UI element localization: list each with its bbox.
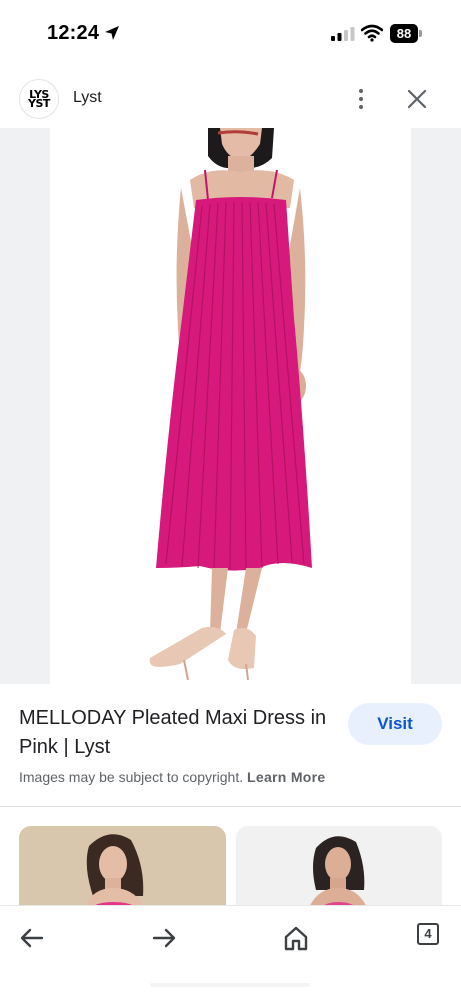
copyright-text: Images may be subject to copyright.: [19, 769, 244, 785]
battery-level: 88: [390, 24, 418, 43]
more-vertical-icon[interactable]: [353, 86, 369, 112]
site-name[interactable]: Lyst: [73, 89, 102, 107]
logo-line-2: YST: [28, 97, 50, 110]
back-arrow-icon[interactable]: [18, 924, 46, 952]
copyright-notice: Images may be subject to copyright. Lear…: [19, 769, 325, 785]
result-title[interactable]: MELLODAY Pleated Maxi Dress in Pink | Ly…: [19, 704, 339, 762]
image-viewer: [0, 128, 461, 684]
close-icon[interactable]: [405, 87, 429, 111]
learn-more-link[interactable]: Learn More: [247, 769, 325, 785]
home-icon[interactable]: [282, 924, 310, 952]
status-bar: 12:24 88: [0, 0, 461, 68]
related-image-illustration: [81, 834, 147, 916]
dress-model-illustration: [149, 128, 312, 681]
location-arrow-icon: [105, 26, 119, 40]
home-indicator: [150, 983, 310, 987]
signal-icon: [331, 27, 355, 41]
wifi-icon: [361, 24, 383, 42]
divider: [0, 806, 461, 807]
status-time: 12:24: [47, 22, 100, 44]
related-image[interactable]: [19, 826, 226, 916]
visit-button[interactable]: Visit: [348, 703, 442, 745]
related-image[interactable]: [236, 826, 442, 916]
related-image-illustration: [306, 836, 370, 916]
forward-arrow-icon[interactable]: [150, 924, 178, 952]
site-logo[interactable]: LYS YST: [19, 79, 59, 119]
battery-icon: 88: [390, 24, 422, 43]
tabs-icon[interactable]: 4: [417, 923, 439, 945]
source-header: LYS YST Lyst: [0, 68, 461, 128]
product-image[interactable]: [50, 128, 411, 684]
